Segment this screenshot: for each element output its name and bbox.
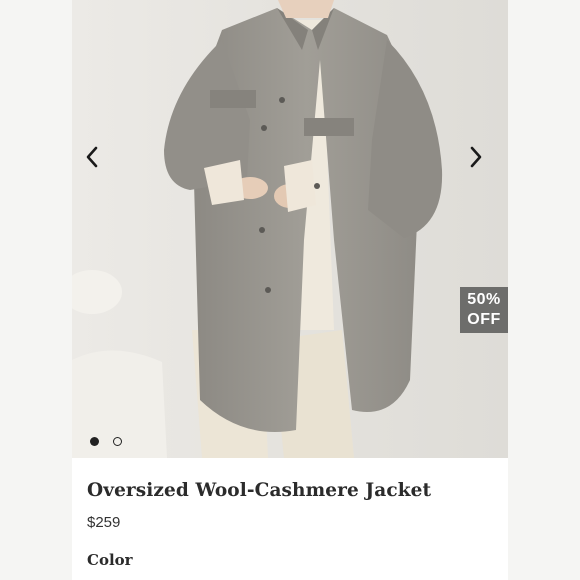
previous-image-button[interactable] [84,145,114,175]
product-price: $259 [87,514,121,531]
badge-off: OFF [467,311,501,328]
product-photo [72,0,508,458]
product-card: 50% OFF Oversized Wool-Cashmere Jacket $… [72,0,508,580]
pagination-dot[interactable] [113,437,122,446]
page-margin-left [0,0,72,580]
pagination-dot-active[interactable] [90,437,99,446]
carousel-pagination [90,437,122,446]
product-image-carousel[interactable]: 50% OFF [72,0,508,458]
product-title: Oversized Wool-Cashmere Jacket [87,480,432,501]
discount-badge: 50% OFF [460,287,508,333]
chevron-left-icon [86,146,98,168]
badge-percent: 50% [467,291,501,308]
page-margin-right [508,0,580,580]
next-image-button[interactable] [468,145,498,175]
color-label: Color [87,551,133,569]
chevron-right-icon [470,146,482,168]
